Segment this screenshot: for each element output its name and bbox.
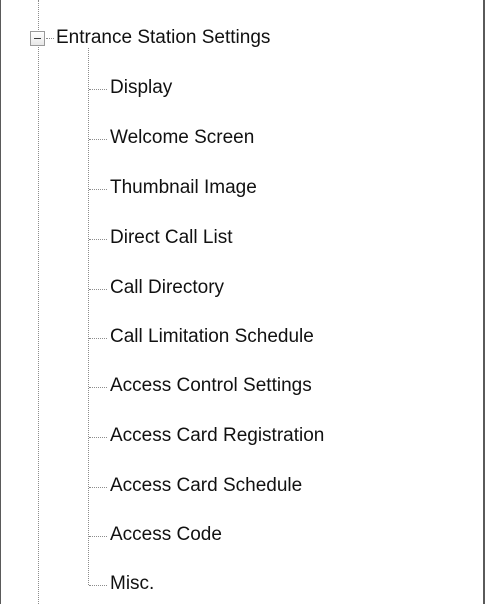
tree-item-welcome-screen[interactable]: Welcome Screen xyxy=(110,124,254,152)
root-connector-tick xyxy=(46,38,54,39)
tree-connector-tick xyxy=(89,338,107,339)
children-connector-line xyxy=(88,48,89,585)
tree-connector-tick xyxy=(89,487,107,488)
tree-item-access-control-settings[interactable]: Access Control Settings xyxy=(110,372,312,400)
tree-item-access-card-schedule[interactable]: Access Card Schedule xyxy=(110,472,302,500)
tree-connector-tick xyxy=(89,536,107,537)
tree-item-misc[interactable]: Misc. xyxy=(110,570,154,598)
tree-connector-tick xyxy=(89,189,107,190)
root-connector-line xyxy=(38,0,39,604)
tree-connector-tick xyxy=(89,437,107,438)
tree-item-call-directory[interactable]: Call Directory xyxy=(110,274,224,302)
tree-item-thumbnail-image[interactable]: Thumbnail Image xyxy=(110,174,257,202)
tree-connector-tick xyxy=(89,239,107,240)
tree-node-entrance-station-settings[interactable]: Entrance Station Settings xyxy=(56,24,270,52)
tree-item-direct-call-list[interactable]: Direct Call List xyxy=(110,224,232,252)
tree-connector-tick xyxy=(89,585,107,586)
tree-connector-tick xyxy=(89,387,107,388)
tree-connector-tick xyxy=(89,139,107,140)
panel-right-border xyxy=(483,0,485,604)
tree-item-access-code[interactable]: Access Code xyxy=(110,521,222,549)
tree-item-access-card-registration[interactable]: Access Card Registration xyxy=(110,422,324,450)
tree-item-call-limitation-schedule[interactable]: Call Limitation Schedule xyxy=(110,323,314,351)
settings-tree-view[interactable]: Entrance Station Settings Display Welcom… xyxy=(0,0,487,604)
tree-connector-tick xyxy=(89,89,107,90)
tree-connector-tick xyxy=(89,289,107,290)
panel-left-border xyxy=(0,0,1,604)
collapse-minus-icon[interactable] xyxy=(30,31,45,46)
tree-item-display[interactable]: Display xyxy=(110,74,172,102)
